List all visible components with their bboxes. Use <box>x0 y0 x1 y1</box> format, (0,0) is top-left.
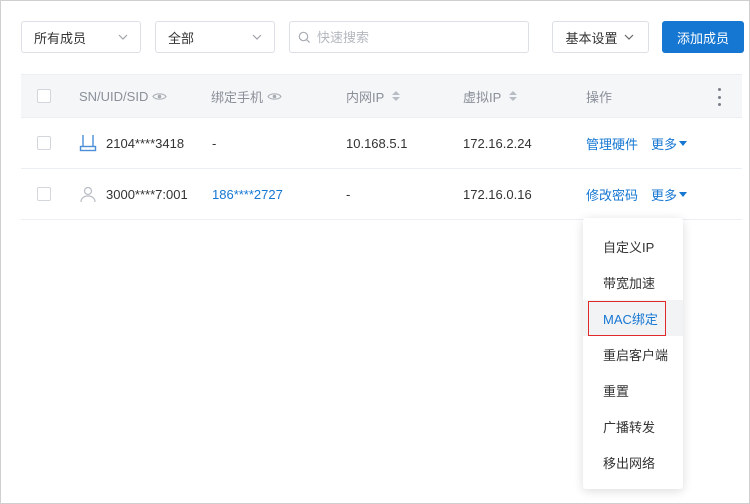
sn-cell: 2104****3418 <box>79 118 184 168</box>
lan-ip-cell: - <box>346 169 350 219</box>
lan-ip-cell: 10.168.5.1 <box>346 118 407 168</box>
menu-item-label: MAC绑定 <box>603 311 658 327</box>
actions-cell: 修改密码 更多 <box>586 169 688 219</box>
scope-filter-value: 全部 <box>168 30 195 46</box>
search-box[interactable] <box>289 21 529 53</box>
table-row: 2104****3418 - 10.168.5.1 172.16.2.24 管理… <box>21 118 742 169</box>
column-sn-label: SN/UID/SID <box>79 88 149 104</box>
row-checkbox-cell <box>37 118 51 168</box>
lan-ip-value: 10.168.5.1 <box>346 135 408 151</box>
user-icon <box>80 186 96 203</box>
virtual-ip-value: 172.16.0.16 <box>463 186 532 202</box>
more-dropdown-toggle[interactable]: 更多 <box>651 185 688 204</box>
menu-item-label: 带宽加速 <box>603 275 656 291</box>
more-dropdown-toggle[interactable]: 更多 <box>651 134 688 153</box>
eye-icon[interactable] <box>267 91 282 102</box>
row-checkbox[interactable] <box>37 136 51 150</box>
column-phone-label: 绑定手机 <box>211 89 264 105</box>
menu-item-label: 重置 <box>603 383 630 399</box>
select-all-cell <box>37 75 51 117</box>
member-filter-value: 所有成员 <box>34 30 87 46</box>
menu-item-mac-binding[interactable]: MAC绑定 <box>583 300 683 336</box>
router-icon <box>79 135 97 152</box>
search-icon <box>298 31 311 43</box>
menu-item-label: 广播转发 <box>603 419 656 435</box>
sn-cell: 3000****7:001 <box>79 169 188 219</box>
menu-item-bandwidth-boost[interactable]: 带宽加速 <box>583 264 683 300</box>
menu-item-broadcast-forward[interactable]: 广播转发 <box>583 408 683 444</box>
lan-ip-value: - <box>346 186 351 202</box>
toolbar: 所有成员 全部 基本设置 添加成员 <box>21 21 744 54</box>
basic-settings-label: 基本设置 <box>565 30 618 46</box>
column-virtual-ip-label: 虚拟IP <box>463 89 502 105</box>
scope-filter-select[interactable]: 全部 <box>155 21 275 53</box>
table-row: 3000****7:001 186****2727 - 172.16.0.16 … <box>21 169 742 220</box>
manage-hardware-link[interactable]: 管理硬件 <box>586 134 638 153</box>
row-checkbox[interactable] <box>37 187 51 201</box>
chevron-down-icon <box>624 34 633 40</box>
more-label: 更多 <box>651 187 678 203</box>
menu-item-label: 自定义IP <box>603 239 655 255</box>
members-table: SN/UID/SID 绑定手机 内网IP 虚拟IP 操作 2104****341… <box>21 74 742 220</box>
column-actions: 操作 <box>586 75 612 117</box>
virtual-ip-cell: 172.16.0.16 <box>463 169 532 219</box>
table-header: SN/UID/SID 绑定手机 内网IP 虚拟IP 操作 <box>21 74 742 118</box>
more-vertical-icon[interactable] <box>716 88 722 106</box>
more-actions-menu: 自定义IP 带宽加速 MAC绑定 重启客户端 重置 广播转发 移出网络 <box>583 218 683 489</box>
eye-icon[interactable] <box>152 91 167 102</box>
virtual-ip-value: 172.16.2.24 <box>463 135 532 151</box>
add-member-label: 添加成员 <box>676 30 729 46</box>
sort-icon[interactable] <box>392 91 401 101</box>
phone-cell: - <box>212 118 216 168</box>
column-sn: SN/UID/SID <box>79 75 167 117</box>
menu-item-custom-ip[interactable]: 自定义IP <box>583 228 683 264</box>
menu-item-label: 重启客户端 <box>603 347 669 363</box>
chevron-down-icon <box>118 34 128 40</box>
actions-cell: 管理硬件 更多 <box>586 118 688 168</box>
column-actions-label: 操作 <box>586 89 613 105</box>
phone-link[interactable]: 186****2727 <box>212 187 283 202</box>
app-window: 所有成员 全部 基本设置 添加成员 SN/UID/SID <box>0 0 750 504</box>
change-password-link[interactable]: 修改密码 <box>586 185 638 204</box>
menu-item-reset[interactable]: 重置 <box>583 372 683 408</box>
sn-value: 2104****3418 <box>106 135 185 151</box>
column-lan-ip-label: 内网IP <box>346 89 385 105</box>
more-label: 更多 <box>651 136 678 152</box>
caret-down-icon <box>679 141 688 146</box>
select-all-checkbox[interactable] <box>37 89 51 103</box>
menu-item-restart-client[interactable]: 重启客户端 <box>583 336 683 372</box>
sort-icon[interactable] <box>509 91 518 101</box>
caret-down-icon <box>679 192 688 197</box>
phone-value: - <box>212 135 217 151</box>
menu-item-remove-from-network[interactable]: 移出网络 <box>583 444 683 480</box>
chevron-down-icon <box>252 34 262 40</box>
column-phone: 绑定手机 <box>211 75 282 117</box>
virtual-ip-cell: 172.16.2.24 <box>463 118 532 168</box>
column-lan-ip[interactable]: 内网IP <box>346 75 401 117</box>
search-input[interactable] <box>317 29 517 45</box>
column-virtual-ip[interactable]: 虚拟IP <box>463 75 518 117</box>
basic-settings-button[interactable]: 基本设置 <box>552 21 649 53</box>
phone-cell: 186****2727 <box>212 169 283 219</box>
menu-item-label: 移出网络 <box>603 455 656 471</box>
row-checkbox-cell <box>37 169 51 219</box>
member-filter-select[interactable]: 所有成员 <box>21 21 141 53</box>
sn-value: 3000****7:001 <box>106 186 188 202</box>
add-member-button[interactable]: 添加成员 <box>662 21 744 53</box>
